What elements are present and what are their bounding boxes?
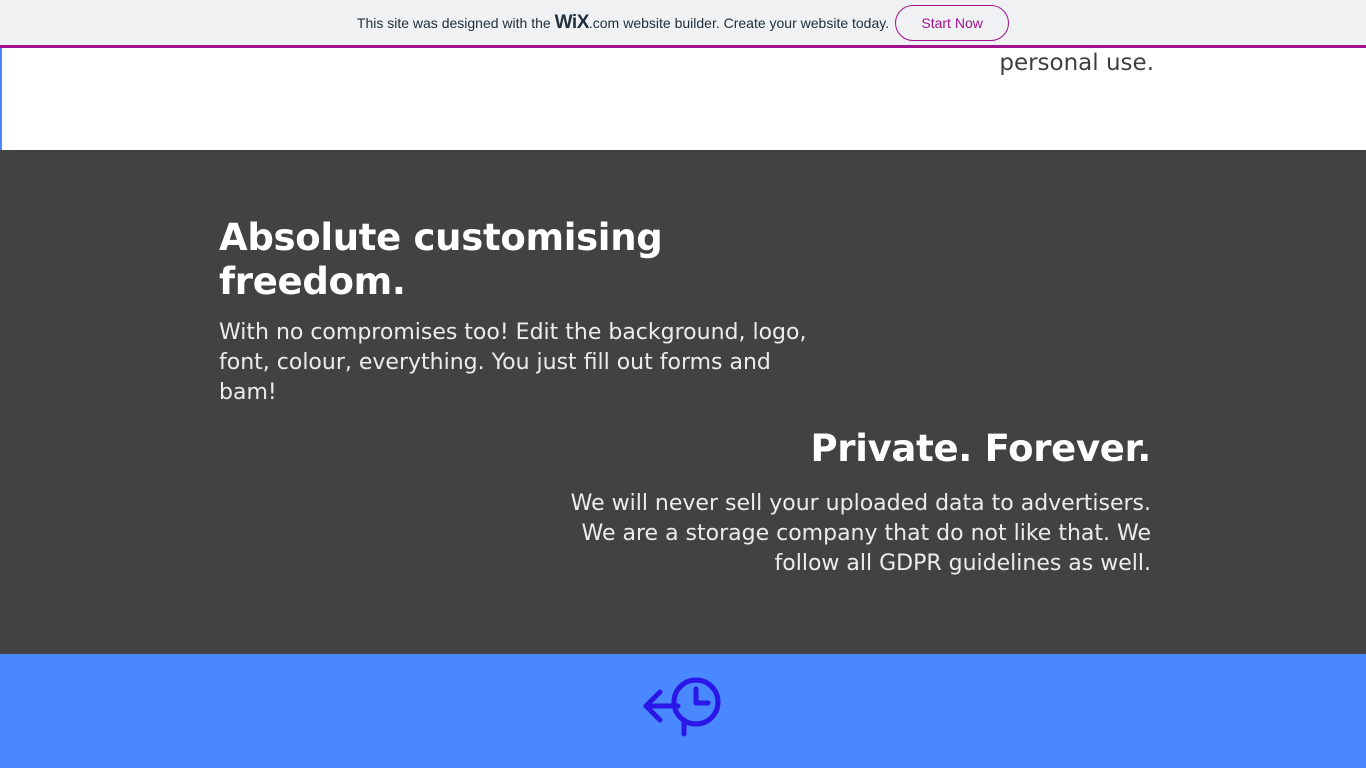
feature-body: We will never sell your uploaded data to… xyxy=(570,491,1151,576)
wix-logo[interactable]: WiX xyxy=(555,12,590,34)
feature-body: With no compromises too! Edit the backgr… xyxy=(219,320,807,405)
feature-privacy: Private. Forever. We will never sell you… xyxy=(551,427,1152,579)
wix-banner-message: This site was designed with the WiX .com… xyxy=(357,12,889,34)
wix-logo-suffix: .com xyxy=(588,14,620,31)
feature-title: Private. Forever. xyxy=(810,427,1151,470)
banner-text-before: This site was designed with the xyxy=(356,14,551,31)
features-section: Absolute customising freedom. With no co… xyxy=(0,150,1366,654)
start-now-button[interactable]: Start Now xyxy=(895,4,1010,41)
footer-section xyxy=(0,654,1366,768)
feature-title: Absolute customising freedom. xyxy=(219,216,663,303)
personal-use-text: personal use. xyxy=(999,50,1154,76)
wix-promo-banner: This site was designed with the WiX .com… xyxy=(0,0,1366,48)
banner-text-after: website builder. Create your website tod… xyxy=(623,14,890,31)
feature-customising: Absolute customising freedom. With no co… xyxy=(219,216,829,408)
back-arrow-clock-icon[interactable] xyxy=(640,672,726,742)
top-content-strip: personal use. xyxy=(0,48,1366,150)
